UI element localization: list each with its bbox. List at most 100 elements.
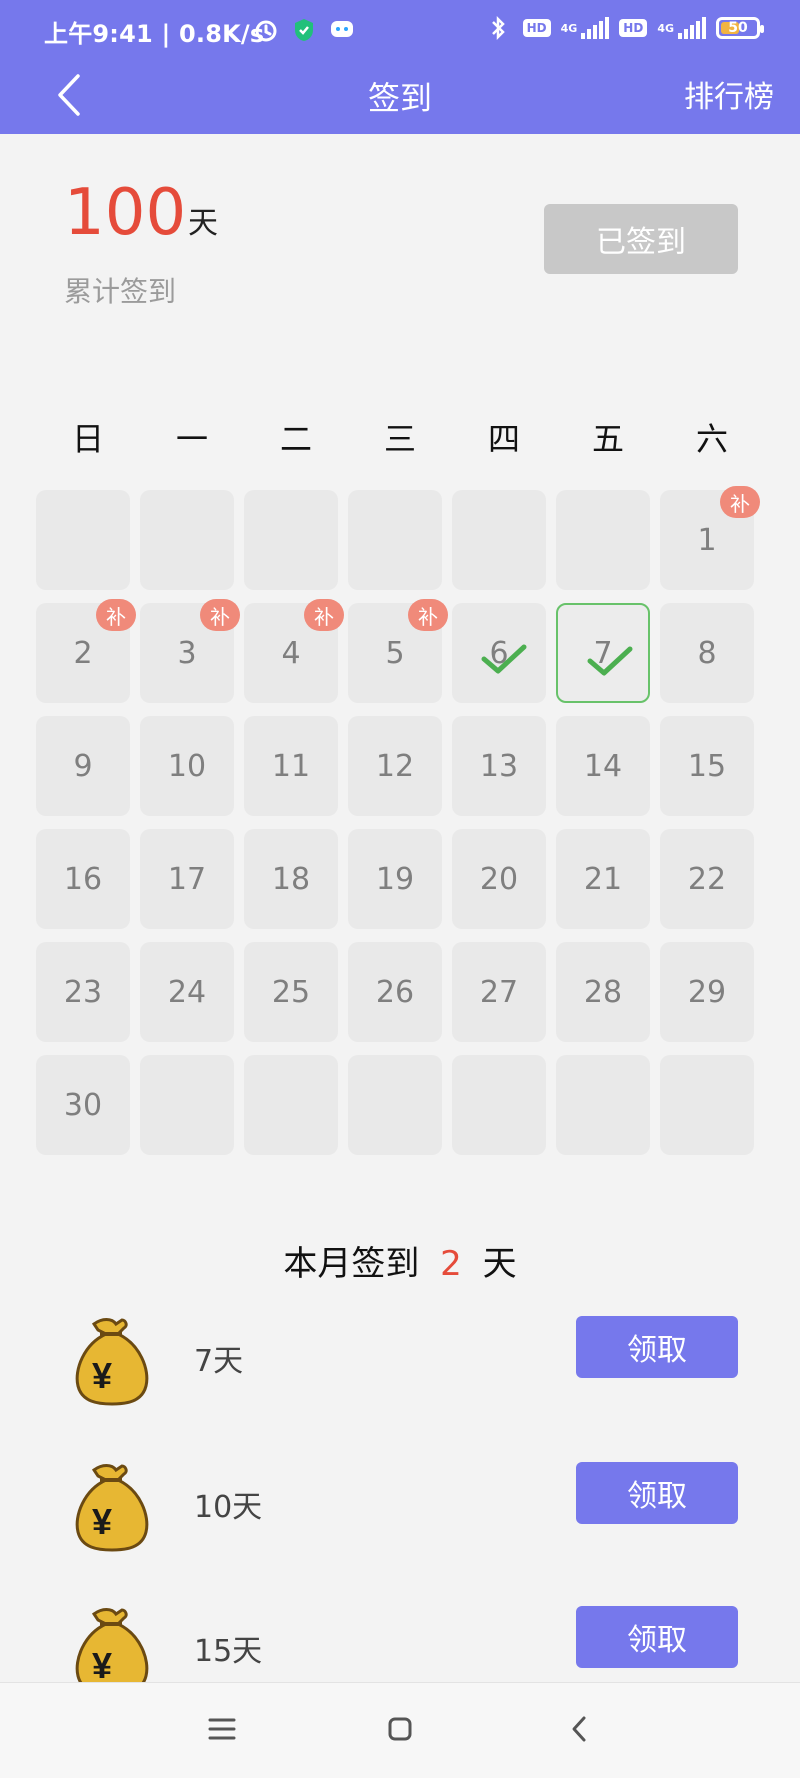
home-button[interactable]	[380, 1709, 420, 1749]
makeup-badge[interactable]: 补	[304, 599, 344, 631]
calendar-day[interactable]: 20	[452, 829, 546, 929]
reward-label: 7天	[194, 1344, 244, 1379]
calendar-day[interactable]: 16	[36, 829, 130, 929]
calendar-day[interactable]: 2补	[36, 599, 136, 703]
total-days: 100	[64, 176, 187, 250]
calendar-empty-cell	[244, 1055, 338, 1155]
calendar-day[interactable]: 25	[244, 942, 338, 1042]
calendar-day[interactable]: 24	[140, 942, 234, 1042]
status-time: 上午9:41 | 0.8K/s	[44, 20, 265, 48]
calendar-day[interactable]: 15	[660, 716, 754, 816]
calendar-day-number: 2	[73, 635, 93, 671]
calendar-empty-cell	[556, 490, 650, 590]
weekday-fri: 五	[591, 420, 624, 458]
calendar-day-number: 16	[63, 861, 103, 897]
page-title: 签到	[367, 79, 432, 117]
network-label-2: 4G	[657, 21, 674, 35]
calendar-day[interactable]: 10	[140, 716, 234, 816]
calendar-day[interactable]: 21	[556, 829, 650, 929]
calendar-empty-cell	[36, 490, 130, 590]
calendar-day[interactable]: 27	[452, 942, 546, 1042]
makeup-badge[interactable]: 补	[96, 599, 136, 631]
signal-icon-1	[581, 17, 610, 39]
calendar-empty-cell	[660, 1055, 754, 1155]
battery-level: 50	[728, 20, 748, 36]
calendar-day[interactable]: 7	[556, 603, 650, 703]
month-prefix: 本月签到	[283, 1244, 420, 1284]
calendar-day-number: 10	[167, 748, 207, 784]
alarm-icon	[252, 16, 280, 44]
weekday-mon: 一	[175, 420, 208, 458]
total-days-label: 累计签到	[64, 275, 177, 308]
leaderboard-link[interactable]: 排行榜	[684, 72, 774, 116]
app-bar: 签到 排行榜	[0, 60, 800, 134]
calendar-day-number: 9	[73, 748, 93, 784]
calendar-empty-cell	[140, 1055, 234, 1155]
calendar-day[interactable]: 14	[556, 716, 650, 816]
system-nav-bar	[0, 1682, 800, 1778]
calendar-empty-cell	[244, 490, 338, 590]
calendar-day[interactable]: 30	[36, 1055, 130, 1155]
menu-button[interactable]	[202, 1709, 242, 1749]
calendar-empty-cell	[140, 490, 234, 590]
calendar-day[interactable]: 28	[556, 942, 650, 1042]
calendar-day-number: 27	[479, 974, 519, 1010]
calendar-day[interactable]: 29	[660, 942, 754, 1042]
weekday-sun: 日	[71, 420, 104, 458]
reward-label: 15天	[194, 1634, 263, 1669]
signed-button[interactable]: 已签到	[544, 204, 738, 274]
makeup-badge[interactable]: 补	[200, 599, 240, 631]
weekday-header: 日 一 二 三 四 五 六	[36, 414, 764, 464]
calendar-day[interactable]: 18	[244, 829, 338, 929]
calendar-day[interactable]: 19	[348, 829, 442, 929]
calendar-day[interactable]: 17	[140, 829, 234, 929]
check-icon	[481, 644, 527, 674]
bluetooth-icon	[485, 14, 513, 42]
svg-text:¥: ¥	[92, 1355, 112, 1396]
calendar-day[interactable]: 5补	[348, 599, 448, 703]
menu-icon	[208, 1718, 236, 1740]
calendar-day-number: 17	[167, 861, 207, 897]
calendar-day-number: 8	[697, 635, 717, 671]
svg-text:¥: ¥	[92, 1501, 112, 1542]
calendar-day[interactable]: 6	[452, 603, 546, 703]
top-header: 上午9:41 | 0.8K/s HD 4G HD 4G 50 签到 排行榜	[0, 0, 800, 134]
status-icons-right: HD 4G HD 4G 50	[485, 14, 764, 42]
calendar-day[interactable]: 4补	[244, 599, 344, 703]
makeup-badge[interactable]: 补	[408, 599, 448, 631]
network-label-1: 4G	[560, 21, 578, 35]
calendar-day[interactable]: 26	[348, 942, 442, 1042]
calendar-day[interactable]: 22	[660, 829, 754, 929]
calendar-day-number: 3	[177, 635, 197, 671]
weekday-wed: 三	[383, 420, 416, 458]
claim-button[interactable]: 领取	[576, 1462, 738, 1524]
weekday-tue: 二	[279, 420, 312, 458]
calendar-day-number: 15	[687, 748, 727, 784]
makeup-badge[interactable]: 补	[720, 486, 760, 518]
calendar-day-number: 22	[687, 861, 727, 897]
calendar-day[interactable]: 11	[244, 716, 338, 816]
calendar-day[interactable]: 12	[348, 716, 442, 816]
calendar-day-number: 11	[271, 748, 311, 784]
weekday-sat: 六	[695, 420, 728, 458]
calendar-day[interactable]: 3补	[140, 599, 240, 703]
calendar-day-number: 13	[479, 748, 519, 784]
calendar-day[interactable]: 23	[36, 942, 130, 1042]
weekday-thu: 四	[487, 420, 520, 458]
claim-button[interactable]: 领取	[576, 1316, 738, 1378]
claim-button[interactable]: 领取	[576, 1606, 738, 1668]
calendar-day-number: 23	[63, 974, 103, 1010]
calendar-day-number: 21	[583, 861, 623, 897]
calendar-day[interactable]: 1补	[660, 486, 760, 590]
calendar-empty-cell	[556, 1055, 650, 1155]
calendar-day-number: 12	[375, 748, 415, 784]
calendar-day-number: 19	[375, 861, 415, 897]
money-bag-icon: ¥	[75, 1318, 149, 1406]
calendar-day-number: 4	[281, 635, 301, 671]
calendar-day[interactable]: 13	[452, 716, 546, 816]
calendar-day-number: 1	[697, 522, 717, 558]
calendar-day-number: 24	[167, 974, 207, 1010]
calendar-day[interactable]: 8	[660, 603, 754, 703]
calendar-day[interactable]: 9	[36, 716, 130, 816]
back-nav-button[interactable]	[560, 1709, 600, 1749]
